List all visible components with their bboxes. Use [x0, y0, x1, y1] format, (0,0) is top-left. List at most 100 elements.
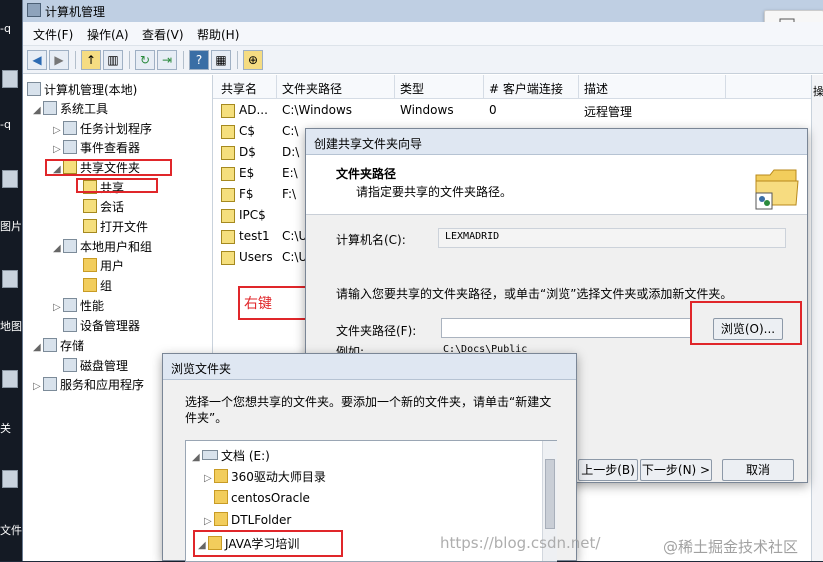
table-cell: AD...: [239, 103, 268, 117]
menu-action[interactable]: 操作(A): [87, 26, 129, 43]
wizard-title-bar[interactable]: 创建共享文件夹向导: [306, 129, 807, 155]
desktop-label: -q: [0, 118, 11, 131]
desktop-file-icon[interactable]: [2, 70, 18, 88]
highlight-java-folder: [193, 530, 343, 557]
tree-storage[interactable]: ◢ 存储: [33, 337, 84, 354]
next-button[interactable]: 下一步(N) >: [640, 459, 712, 481]
tree-system-tools[interactable]: ◢ 系统工具: [33, 100, 108, 117]
tree-open-files[interactable]: 打开文件: [83, 218, 148, 235]
device-manager-icon: [63, 318, 77, 332]
expand-icon[interactable]: ▷: [204, 516, 212, 527]
drive-item[interactable]: ◢ 文档 (E:): [192, 447, 270, 464]
wizard-header: 文件夹路径 请指定要共享的文件夹路径。: [306, 155, 807, 215]
up-folder-icon[interactable]: ↑: [81, 50, 101, 70]
tree-users[interactable]: 用户: [83, 257, 124, 274]
table-cell: Windows: [400, 103, 454, 117]
tree-services-apps[interactable]: ▷ 服务和应用程序: [33, 376, 144, 393]
highlight-shared-folders: [45, 159, 172, 176]
tree-sessions[interactable]: 会话: [83, 198, 124, 215]
browse-title-bar[interactable]: 浏览文件夹: [163, 354, 576, 380]
column-separator[interactable]: [483, 75, 484, 99]
column-separator[interactable]: [578, 75, 579, 99]
column-description[interactable]: 描述: [584, 80, 608, 97]
properties-icon[interactable]: ▦: [211, 50, 231, 70]
tree-disk-management[interactable]: 磁盘管理: [63, 357, 128, 374]
table-cell: IPC$: [239, 208, 266, 222]
shared-folder-icon: [221, 230, 235, 244]
collapse-icon[interactable]: ◢: [33, 342, 41, 353]
table-cell: 0: [489, 103, 497, 117]
desktop-label: 图片: [0, 220, 22, 233]
help-icon[interactable]: ?: [189, 50, 209, 70]
expand-icon[interactable]: ▷: [204, 473, 212, 484]
folder-item[interactable]: ▷ 360驱动大师目录: [204, 468, 326, 485]
wizard-header-title: 文件夹路径: [336, 167, 397, 181]
shared-folder-icon: [221, 188, 235, 202]
expand-icon[interactable]: ▷: [53, 125, 61, 136]
folder-item[interactable]: ▷ DTLFolder: [204, 512, 291, 527]
collapse-icon[interactable]: ◢: [53, 243, 61, 254]
computer-name-label: 计算机名(C):: [336, 233, 406, 247]
table-row[interactable]: AD... C:\Windows Windows 0 远程管理: [213, 100, 811, 121]
tree-groups[interactable]: 组: [83, 277, 112, 294]
cancel-button[interactable]: 取消: [722, 459, 794, 481]
forward-arrow-icon[interactable]: ▶: [49, 50, 69, 70]
services-icon: [43, 377, 57, 391]
back-button[interactable]: 上一步(B): [578, 459, 638, 481]
scrollbar-thumb[interactable]: [545, 459, 555, 529]
expand-icon[interactable]: ▷: [53, 302, 61, 313]
column-folder-path[interactable]: 文件夹路径: [282, 80, 342, 97]
tree-performance[interactable]: ▷ 性能: [53, 297, 104, 314]
column-type[interactable]: 类型: [400, 80, 424, 97]
folder-item[interactable]: centosOracle: [214, 490, 310, 505]
list-header: 共享名 文件夹路径 类型 # 客户端连接 描述: [213, 75, 811, 99]
share-icon[interactable]: ⊕: [243, 50, 263, 70]
wizard-header-subtitle: 请指定要共享的文件夹路径。: [356, 185, 513, 199]
back-arrow-icon[interactable]: ◀: [27, 50, 47, 70]
event-viewer-icon: [63, 140, 77, 154]
tree-label: 事件查看器: [80, 141, 141, 155]
desktop-file-icon[interactable]: [2, 270, 18, 288]
expand-icon[interactable]: ▷: [53, 144, 61, 155]
column-client-connections[interactable]: # 客户端连接: [489, 80, 563, 97]
tree-local-users[interactable]: ◢ 本地用户和组: [53, 238, 152, 255]
tree-root[interactable]: 计算机管理(本地): [27, 81, 137, 98]
refresh-icon[interactable]: ↻: [135, 50, 155, 70]
expand-icon[interactable]: ▷: [33, 381, 41, 392]
menu-bar: 文件(F) 操作(A) 查看(V) 帮助(H): [23, 22, 823, 46]
column-separator[interactable]: [394, 75, 395, 99]
tools-icon: [43, 101, 57, 115]
tree-label: 存储: [60, 339, 85, 353]
column-separator[interactable]: [725, 75, 726, 99]
menu-view[interactable]: 查看(V): [142, 26, 184, 43]
desktop-file-icon[interactable]: [2, 470, 18, 488]
desktop-file-icon[interactable]: [2, 170, 18, 188]
tree-label: 会话: [100, 200, 125, 214]
users-icon: [63, 239, 77, 253]
computer-icon: [27, 82, 41, 96]
menu-help[interactable]: 帮助(H): [197, 26, 239, 43]
toolbar-separator: [75, 51, 76, 69]
title-bar[interactable]: 计算机管理: [23, 0, 823, 22]
tree-task-scheduler[interactable]: ▷ 任务计划程序: [53, 120, 152, 137]
collapse-icon[interactable]: ◢: [192, 452, 200, 463]
export-icon[interactable]: ⇥: [157, 50, 177, 70]
tree-event-viewer[interactable]: ▷ 事件查看器: [53, 139, 140, 156]
tree-label: 设备管理器: [80, 319, 141, 333]
column-share-name[interactable]: 共享名: [221, 80, 257, 97]
wizard-instructions: 请输入您要共享的文件夹路径，或单击“浏览”选择文件夹或添加新文件夹。: [336, 287, 733, 301]
tree-device-manager[interactable]: 设备管理器: [63, 317, 140, 334]
toolbar-separator: [183, 51, 184, 69]
tree-label: 磁盘管理: [80, 359, 129, 373]
menu-file[interactable]: 文件(F): [33, 26, 73, 43]
tree-label: 本地用户和组: [80, 240, 153, 254]
table-cell: 远程管理: [584, 105, 633, 119]
folder-path-input[interactable]: [441, 318, 691, 338]
column-separator[interactable]: [276, 75, 277, 99]
computer-name-field[interactable]: LEXMADRID: [438, 228, 786, 248]
folder-icon: [214, 469, 228, 483]
desktop-file-icon[interactable]: [2, 370, 18, 388]
browse-instructions: 选择一个您想共享的文件夹。要添加一个新的文件夹，请单击“新建文件夹”。: [185, 395, 552, 425]
show-hide-tree-icon[interactable]: ▥: [103, 50, 123, 70]
collapse-icon[interactable]: ◢: [33, 105, 41, 116]
